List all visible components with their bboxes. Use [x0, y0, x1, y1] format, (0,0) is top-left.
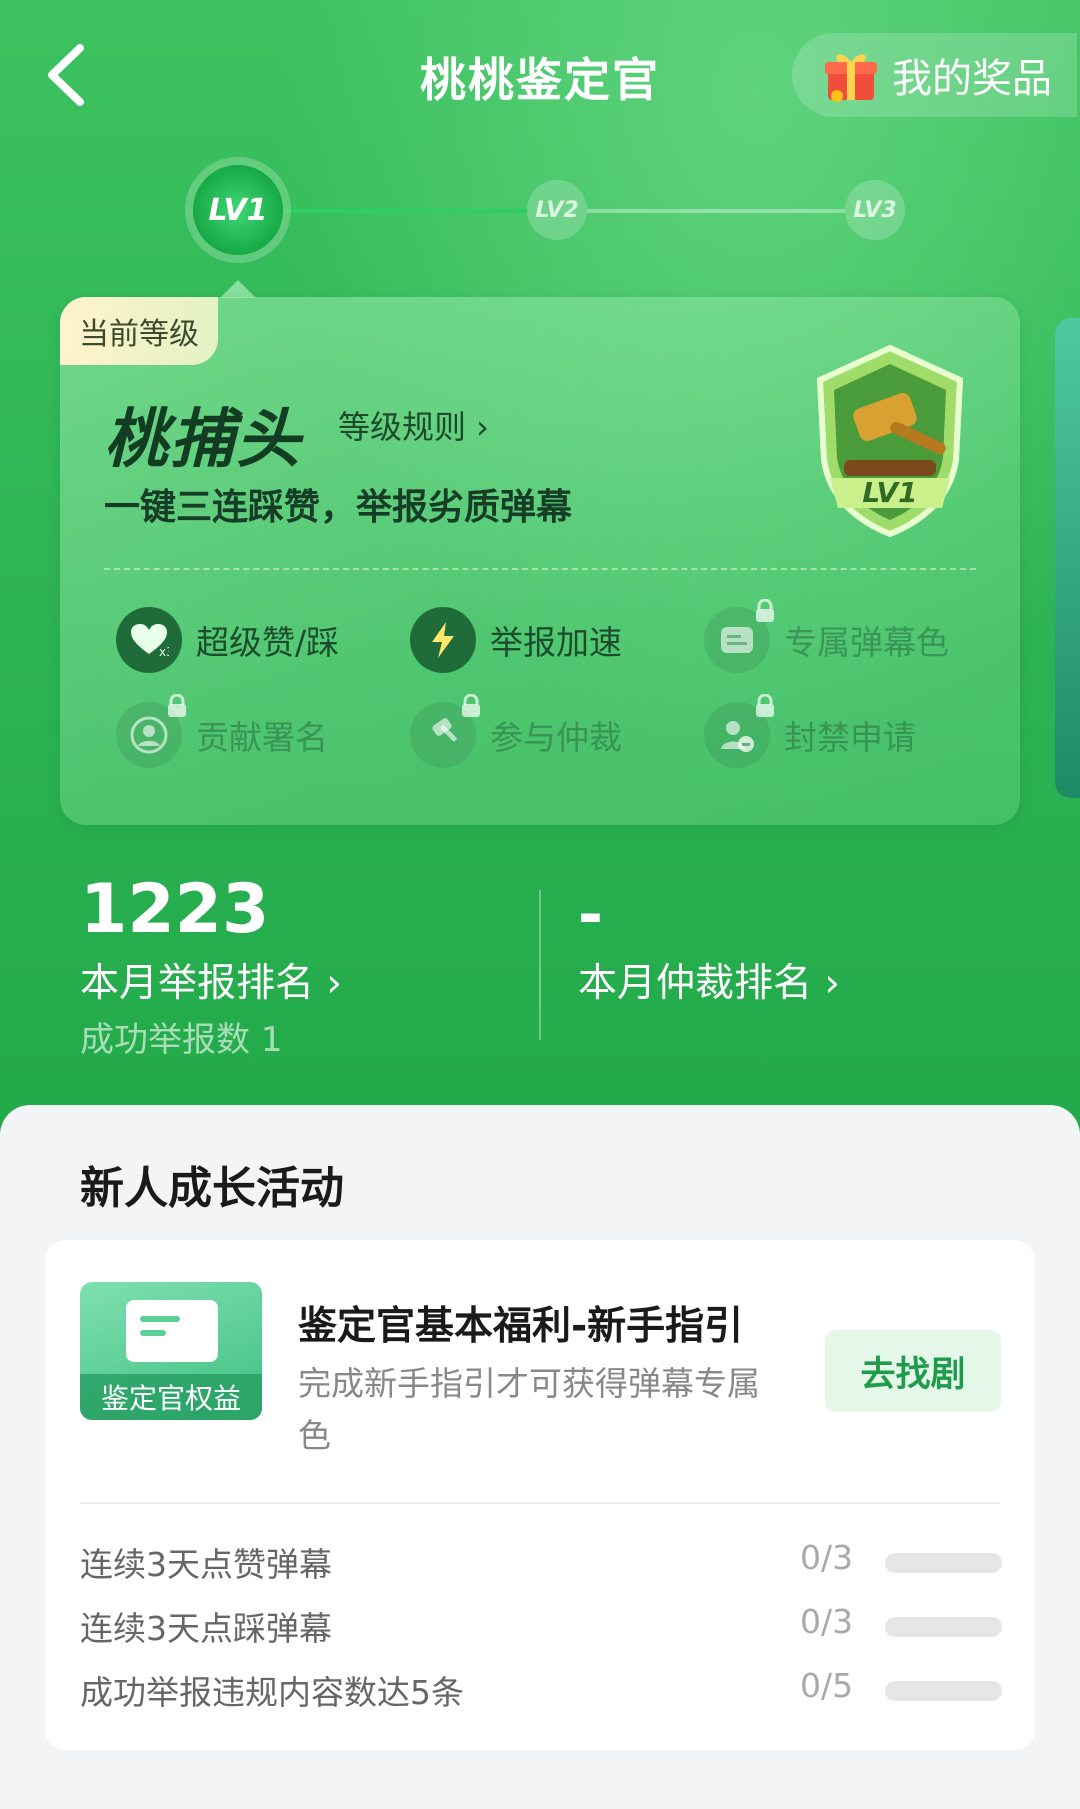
task-name: 成功举报违规内容数达5条 [80, 1673, 464, 1712]
perk-danmaku-color: 专属弹幕色 [704, 599, 949, 675]
perk-label: 封禁申请 [784, 718, 916, 757]
level-node-lv3[interactable]: LV3 [845, 180, 905, 240]
task-row: 成功举报违规内容数达5条 0/5 [80, 1666, 1002, 1716]
my-prizes-label: 我的奖品 [892, 56, 1052, 102]
svg-text:x3: x3 [159, 645, 169, 658]
card-divider [104, 568, 976, 570]
arbitration-rank-link[interactable]: 本月仲裁排名 › [578, 952, 840, 1008]
task-progress-bar [885, 1553, 1002, 1573]
danmaku-icon [704, 599, 774, 673]
perk-contributor-credit: 贡献署名 [116, 694, 328, 770]
task-row: 连续3天点赞弹幕 0/3 [80, 1538, 1002, 1588]
rank-description: 一键三连踩赞，举报劣质弹幕 [104, 487, 573, 528]
perk-label: 举报加速 [490, 623, 622, 662]
lock-icon [756, 694, 774, 717]
task-progress-text: 0/3 [800, 1538, 854, 1577]
activity-title: 鉴定官基本福利-新手指引 [298, 1304, 744, 1349]
activity-thumbnail: 鉴定官权益 [80, 1282, 262, 1420]
rank-name: 桃捕头 [104, 403, 302, 477]
lock-icon [756, 599, 774, 622]
report-rank-link[interactable]: 本月举报排名 › [80, 952, 342, 1008]
gavel-icon [410, 694, 480, 768]
perk-arbitration: 参与仲裁 [410, 694, 622, 770]
task-progress-text: 0/5 [800, 1666, 854, 1705]
card-icon [126, 1300, 218, 1362]
perk-label: 超级赞/踩 [196, 623, 340, 662]
current-level-tag: 当前等级 [60, 297, 218, 365]
task-name: 连续3天点赞弹幕 [80, 1545, 332, 1584]
lock-icon [168, 694, 186, 717]
lightning-icon [410, 607, 476, 673]
thumbnail-caption: 鉴定官权益 [80, 1374, 262, 1420]
gavel-shield-badge-icon: LV1 [816, 344, 964, 538]
perk-super-like: x3 超级赞/踩 [116, 605, 339, 675]
next-card-peek[interactable] [1055, 318, 1080, 798]
level-track-active [283, 209, 527, 213]
task-name: 连续3天点踩弹幕 [80, 1609, 332, 1648]
perk-label: 贡献署名 [196, 718, 328, 757]
find-show-button[interactable]: 去找剧 [825, 1330, 1001, 1412]
section-title: 新人成长活动 [80, 1163, 344, 1214]
my-prizes-button[interactable]: 我的奖品 [792, 33, 1077, 117]
perk-label: 参与仲裁 [490, 718, 622, 757]
task-row: 连续3天点踩弹幕 0/3 [80, 1602, 1002, 1652]
heart-x3-icon: x3 [116, 607, 182, 673]
level-node-lv2[interactable]: LV2 [527, 180, 587, 240]
stats-divider [539, 890, 541, 1040]
badge-level-label: LV1 [862, 476, 917, 509]
lock-icon [462, 694, 480, 717]
activity-divider [80, 1502, 1000, 1504]
user-circle-icon [116, 694, 186, 768]
perk-report-boost: 举报加速 [410, 605, 622, 675]
perk-ban-request: 封禁申请 [704, 694, 916, 770]
level-track [587, 209, 845, 213]
top-bar: 桃桃鉴定官 我的奖品 [0, 0, 1080, 150]
level-rules-link[interactable]: 等级规则 › [338, 402, 489, 448]
task-progress-text: 0/3 [800, 1602, 854, 1641]
arbitration-rank-value: - [578, 880, 603, 950]
task-progress-bar [885, 1617, 1002, 1637]
level-node-lv1[interactable]: LV1 [193, 165, 283, 255]
report-rank-value: 1223 [80, 870, 270, 949]
perk-label: 专属弹幕色 [784, 623, 949, 662]
user-ban-icon [704, 694, 774, 768]
report-count: 成功举报数 1 [80, 1020, 283, 1060]
task-progress-bar [885, 1681, 1002, 1701]
card-pointer [220, 280, 256, 298]
gift-icon [825, 54, 877, 102]
activity-description: 完成新手指引才可获得弹幕专属色 [298, 1364, 760, 1455]
